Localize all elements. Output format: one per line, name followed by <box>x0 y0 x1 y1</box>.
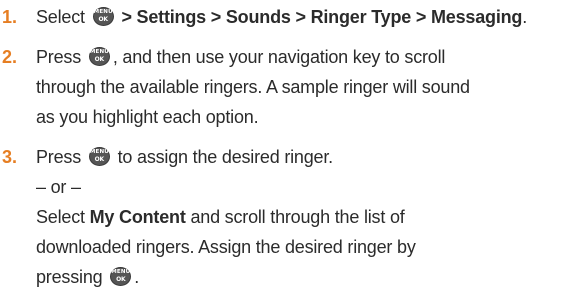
step-text-segment: Select <box>36 207 90 227</box>
step-number: 2. <box>2 47 18 67</box>
step-text-segment: . <box>134 267 140 287</box>
menu-ok-key-icon: MENU OK <box>92 7 114 26</box>
step-text-segment: , and then use your navigation key to sc… <box>112 47 446 67</box>
step-text: Select MENU OK > Settings > Sounds > Ring… <box>36 2 581 32</box>
step-text-line: as you highlight each option. <box>36 107 259 127</box>
or-separator: – or – <box>36 177 81 197</box>
menu-ok-key-icon: MENU OK <box>110 267 132 286</box>
step-text-line: downloaded ringers. Assign the desired r… <box>36 237 416 257</box>
menu-ok-key-icon: MENU OK <box>88 147 110 166</box>
step-text-line: through the available ringers. A sample … <box>36 77 470 97</box>
step-text-segment: Press <box>36 147 86 167</box>
step-number: 3. <box>2 147 18 167</box>
menu-ok-key-icon: MENU OK <box>88 47 110 66</box>
step-text-segment: and scroll through the list of <box>185 207 405 227</box>
instruction-list: 1. Select MENU OK > Settings > Sounds > R… <box>0 0 585 299</box>
step-text-segment: pressing <box>36 267 108 287</box>
step-number: 1. <box>2 7 18 27</box>
step-text: Press MENU OK, and then use your navigati… <box>36 42 581 132</box>
step-text-segment: to assign the desired ringer. <box>112 147 334 167</box>
menu-path: > Settings > Sounds > Ringer Type > Mess… <box>116 7 523 27</box>
step-text-segment: Press <box>36 47 86 67</box>
menu-option: My Content <box>89 207 186 227</box>
step-text-segment: . <box>522 7 528 27</box>
step-text-segment: Select <box>36 7 90 27</box>
step-text: Press MENU OK to assign the desired ringe… <box>36 142 581 292</box>
